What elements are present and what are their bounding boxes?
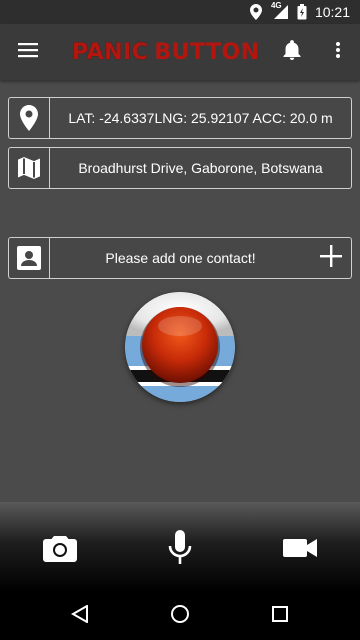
map-pin-icon <box>9 98 49 138</box>
add-icon <box>320 244 342 272</box>
back-button[interactable] <box>64 600 96 632</box>
recents-button[interactable] <box>264 600 296 632</box>
coordinates-text: LAT: -24.6337LNG: 25.92107 ACC: 20.0 m <box>68 110 333 126</box>
logo-word-button: BUTTON <box>154 39 260 65</box>
status-bar: 4G 10:21 <box>0 0 360 24</box>
status-time: 10:21 <box>314 4 350 20</box>
add-contact-button[interactable] <box>311 238 351 278</box>
home-button[interactable] <box>164 600 196 632</box>
menu-button[interactable] <box>0 24 56 80</box>
contact-card-icon <box>9 238 49 278</box>
map-icon <box>9 148 49 188</box>
bottom-action-bar <box>0 502 360 592</box>
camera-icon <box>43 534 77 567</box>
address-text: Broadhurst Drive, Gaborone, Botswana <box>78 160 323 176</box>
back-icon <box>70 603 89 628</box>
contact-card[interactable]: Please add one contact! <box>8 237 352 279</box>
bell-icon <box>283 39 301 65</box>
panic-button[interactable] <box>125 292 235 402</box>
logo-word-panic: PANIC <box>72 39 149 65</box>
menu-icon <box>18 42 38 63</box>
system-nav-bar <box>0 592 360 640</box>
overflow-menu-button[interactable] <box>324 38 352 66</box>
network-type-label: 4G <box>270 1 282 10</box>
panic-button-graphic <box>125 292 235 402</box>
more-vert-icon <box>336 41 340 63</box>
notifications-button[interactable] <box>278 38 306 66</box>
camera-button[interactable] <box>40 530 80 570</box>
home-icon <box>170 604 190 629</box>
app-logo: PANIC BUTTON <box>72 38 260 66</box>
address-card: Broadhurst Drive, Gaborone, Botswana <box>8 147 352 189</box>
app-bar: PANIC BUTTON <box>0 24 360 80</box>
video-button[interactable] <box>280 530 320 570</box>
battery-icon <box>297 4 307 20</box>
recents-icon <box>271 605 289 628</box>
location-icon <box>249 4 263 20</box>
microphone-icon <box>167 529 193 571</box>
add-contact-prompt: Please add one contact! <box>105 250 256 266</box>
coordinates-card: LAT: -24.6337LNG: 25.92107 ACC: 20.0 m <box>8 97 352 139</box>
microphone-button[interactable] <box>160 529 200 571</box>
signal-icon: 4G <box>270 1 289 20</box>
video-camera-icon <box>283 537 317 564</box>
